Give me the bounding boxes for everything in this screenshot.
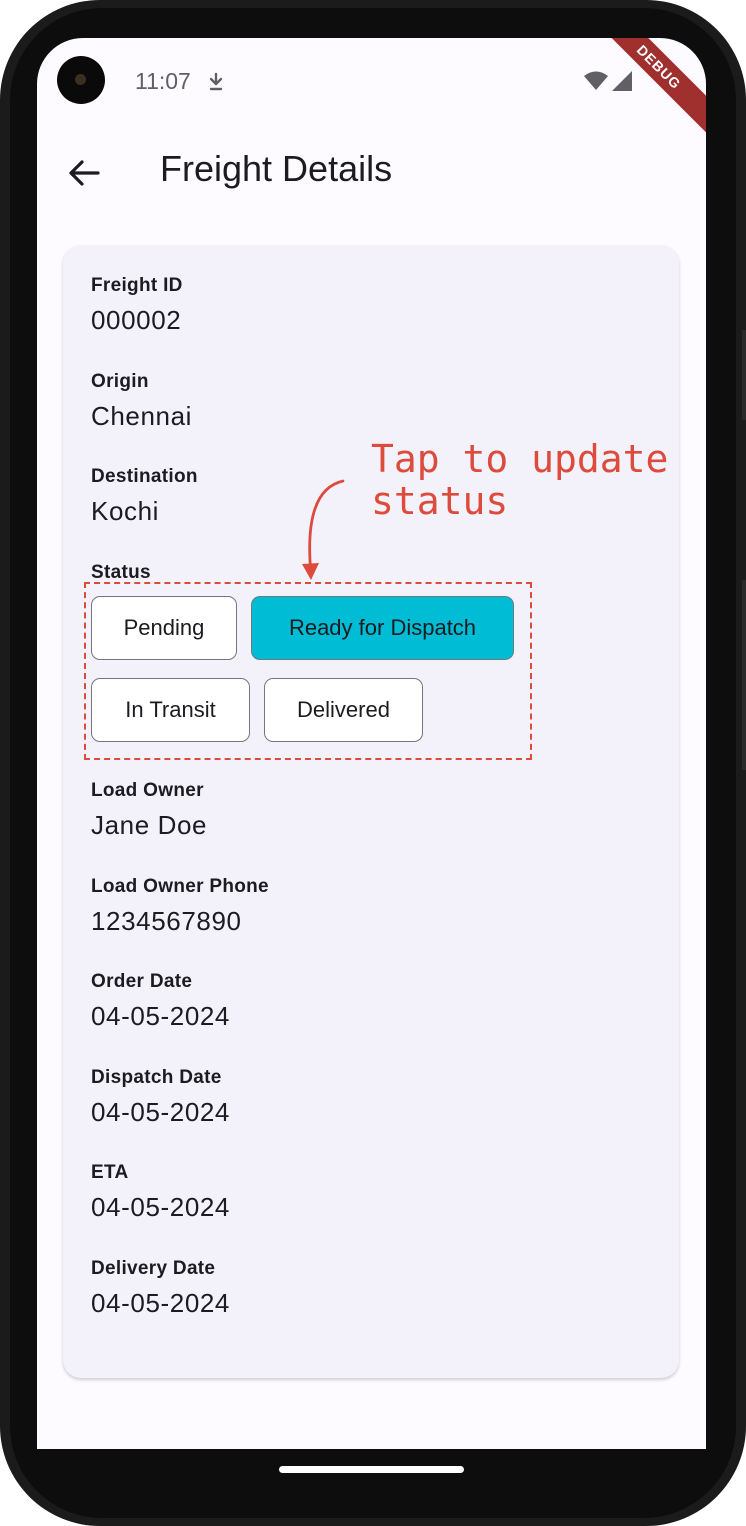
load-owner-phone-value: 1234567890 [91, 906, 242, 936]
load-owner-label: Load Owner [91, 780, 204, 801]
freight-details-card: Freight ID 000002 Origin Chennai Destina… [63, 245, 679, 1378]
order-date-field: Order Date 04-05-2024 [91, 971, 230, 1032]
back-button[interactable] [59, 148, 109, 198]
annotation-text: Tap to update status [371, 437, 669, 523]
front-camera [57, 56, 105, 104]
load-owner-phone-label: Load Owner Phone [91, 876, 269, 897]
arrow-back-icon [69, 160, 100, 186]
dispatch-date-field: Dispatch Date 04-05-2024 [91, 1067, 230, 1128]
order-date-label: Order Date [91, 971, 193, 992]
status-field: Status [91, 562, 151, 584]
status-bar: 11:07 DEBUG [37, 38, 706, 144]
dispatch-date-label: Dispatch Date [91, 1067, 222, 1088]
status-time: 11:07 [135, 68, 191, 94]
destination-value: Kochi [91, 496, 160, 526]
app-bar: Freight Details [37, 126, 706, 216]
load-owner-field: Load Owner Jane Doe [91, 780, 207, 841]
download-indicator-icon [209, 72, 223, 91]
status-label: Status [91, 562, 151, 583]
home-indicator[interactable] [279, 1466, 464, 1473]
volume-button [742, 330, 746, 420]
order-date-value: 04-05-2024 [91, 1001, 230, 1031]
cell-signal-icon [612, 71, 632, 91]
load-owner-value: Jane Doe [91, 810, 208, 840]
delivery-date-label: Delivery Date [91, 1258, 216, 1279]
delivery-date-value: 04-05-2024 [91, 1288, 230, 1318]
screen: 11:07 DEBUG Freight Details Freight ID 0… [37, 38, 706, 1449]
freight-id-label: Freight ID [91, 275, 183, 296]
origin-label: Origin [91, 371, 149, 392]
wifi-icon [584, 71, 608, 90]
eta-value: 04-05-2024 [91, 1192, 230, 1222]
freight-id-value: 000002 [91, 305, 182, 335]
eta-label: ETA [91, 1162, 129, 1183]
origin-value: Chennai [91, 401, 193, 431]
destination-field: Destination Kochi [91, 466, 198, 527]
page-title: Freight Details [160, 148, 393, 189]
eta-field: ETA 04-05-2024 [91, 1162, 230, 1223]
delivery-date-field: Delivery Date 04-05-2024 [91, 1258, 230, 1319]
origin-field: Origin Chennai [91, 371, 192, 432]
status-highlight-box [84, 582, 532, 760]
freight-id-field: Freight ID 000002 [91, 275, 183, 336]
destination-label: Destination [91, 466, 198, 487]
annotation-arrow-icon [302, 479, 345, 580]
load-owner-phone-field: Load Owner Phone 1234567890 [91, 876, 269, 937]
dispatch-date-value: 04-05-2024 [91, 1097, 230, 1127]
power-button [742, 580, 746, 770]
